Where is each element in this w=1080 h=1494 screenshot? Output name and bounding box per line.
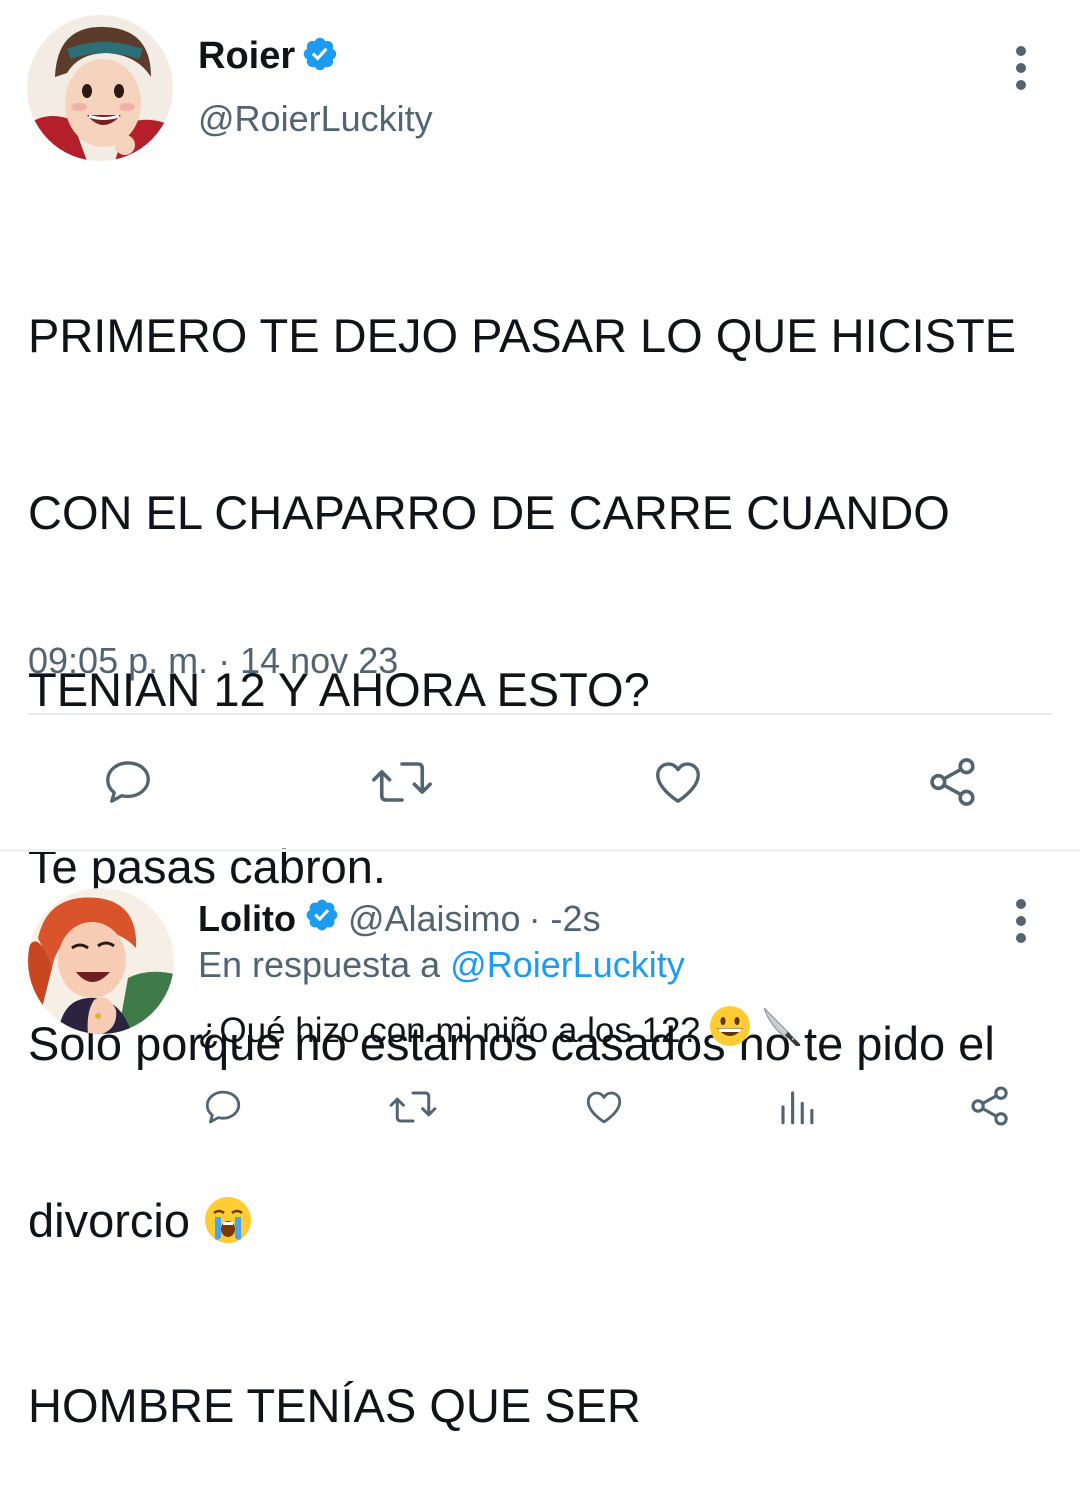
author-name[interactable]: Roier xyxy=(198,35,295,78)
reply-icon[interactable] xyxy=(101,755,155,809)
divider xyxy=(28,713,1052,715)
more-vertical-icon[interactable] xyxy=(1014,46,1028,97)
share-icon[interactable] xyxy=(968,1084,1012,1128)
reply-author-avatar[interactable] xyxy=(28,888,174,1034)
author-handle[interactable]: @RoierLuckity xyxy=(198,98,433,140)
section-divider xyxy=(0,849,1080,852)
reply-text: ¿Qué hizo con mi niño a los 12? xyxy=(198,1004,804,1057)
tweet-text-line-with-emoji: divorcio xyxy=(28,1191,1073,1258)
loudly-crying-face-icon xyxy=(203,1195,253,1258)
reply-context: En respuesta a @RoierLuckity xyxy=(198,944,685,986)
reply-icon[interactable] xyxy=(202,1086,244,1128)
retweet-icon[interactable] xyxy=(388,1086,438,1128)
grinning-face-icon xyxy=(708,1004,752,1057)
tweet-text-line: PRIMERO TE DEJO PASAR LO QUE HICISTE xyxy=(28,309,1017,362)
author-avatar[interactable] xyxy=(27,15,173,161)
tweet-text: PRIMERO TE DEJO PASAR LO QUE HICISTE CON… xyxy=(28,188,1073,1494)
tweet-text-line: Te pasas cabron. xyxy=(28,840,386,893)
reply-author-handle[interactable]: @Alaisimo xyxy=(348,898,521,940)
verified-badge-icon xyxy=(304,897,340,942)
tweet-text-line: HOMBRE TENÍAS QUE SER xyxy=(28,1379,641,1432)
reply-context-mention[interactable]: @RoierLuckity xyxy=(450,944,685,985)
kitchen-knife-icon xyxy=(760,1004,804,1057)
analytics-icon[interactable] xyxy=(776,1086,818,1128)
reply-author-name[interactable]: Lolito xyxy=(198,898,296,940)
reply-context-prefix: En respuesta a xyxy=(198,944,441,985)
retweet-icon[interactable] xyxy=(370,755,434,809)
reply-time[interactable]: · -2s xyxy=(529,898,601,940)
reply-text-content: ¿Qué hizo con mi niño a los 12? xyxy=(198,1010,700,1050)
more-vertical-icon[interactable] xyxy=(1014,899,1028,950)
tweet-text-line: CON EL CHAPARRO DE CARRE CUANDO xyxy=(28,486,950,539)
verified-badge-icon xyxy=(301,35,339,78)
like-icon[interactable] xyxy=(650,755,706,809)
reply-header: Lolito @Alaisimo · -2s xyxy=(198,895,601,943)
tweet-text-line: divorcio xyxy=(28,1194,190,1247)
tweet-timestamp[interactable]: 09:05 p. m. · 14 nov 23 xyxy=(28,640,398,682)
share-icon[interactable] xyxy=(925,755,981,809)
author-name-row: Roier xyxy=(198,32,339,80)
like-icon[interactable] xyxy=(582,1086,626,1128)
